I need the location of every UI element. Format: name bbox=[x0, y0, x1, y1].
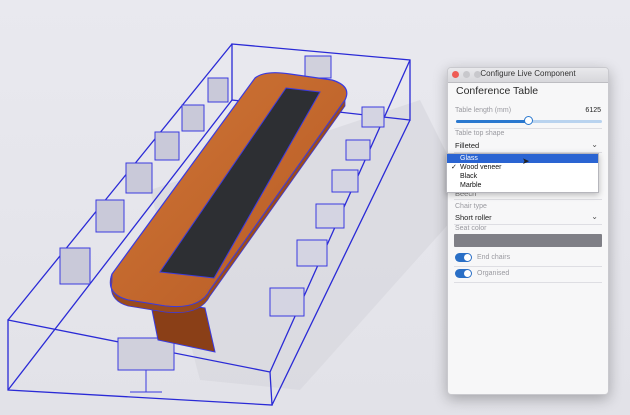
option-label: Wood veneer bbox=[460, 164, 502, 171]
component-title: Conference Table bbox=[456, 85, 539, 97]
window-titlebar[interactable]: Configure Live Component bbox=[448, 68, 608, 83]
chair-type-label: Chair type bbox=[455, 203, 487, 210]
divider bbox=[454, 266, 602, 267]
seat-color-label: Seat color bbox=[455, 225, 487, 232]
end-chair-far bbox=[304, 55, 332, 79]
end-chairs-toggle[interactable] bbox=[455, 253, 472, 262]
table-length-value: 6125 bbox=[585, 107, 601, 114]
configure-panel: Configure Live Component Conference Tabl… bbox=[447, 67, 609, 395]
window-title: Configure Live Component bbox=[480, 69, 576, 78]
dropdown-option-marble[interactable]: Marble bbox=[447, 181, 598, 190]
divider bbox=[454, 128, 602, 129]
mouse-pointer-icon: ➤ bbox=[522, 156, 530, 166]
slider-fill bbox=[456, 120, 528, 123]
organised-label: Organised bbox=[477, 270, 510, 277]
seat-color-swatch[interactable] bbox=[454, 234, 602, 247]
organised-toggle[interactable] bbox=[455, 269, 472, 278]
table-top-shape-label: Table top shape bbox=[455, 130, 505, 137]
dropdown-option-black[interactable]: Black bbox=[447, 172, 598, 181]
divider bbox=[454, 282, 602, 283]
divider bbox=[454, 199, 602, 200]
table-top-shape-select[interactable]: Filleted bbox=[455, 141, 479, 150]
chair-type-select[interactable]: Short roller bbox=[455, 213, 492, 222]
table-length-label: Table length (mm) bbox=[455, 107, 512, 114]
slider-knob[interactable] bbox=[523, 116, 533, 125]
table-length-slider[interactable] bbox=[456, 116, 602, 125]
chevron-down-icon: ⌄ bbox=[591, 140, 598, 149]
end-chairs-label: End chairs bbox=[477, 254, 511, 261]
checkmark-icon: ✓ bbox=[451, 164, 457, 171]
chevron-down-icon: ⌄ bbox=[591, 212, 598, 221]
